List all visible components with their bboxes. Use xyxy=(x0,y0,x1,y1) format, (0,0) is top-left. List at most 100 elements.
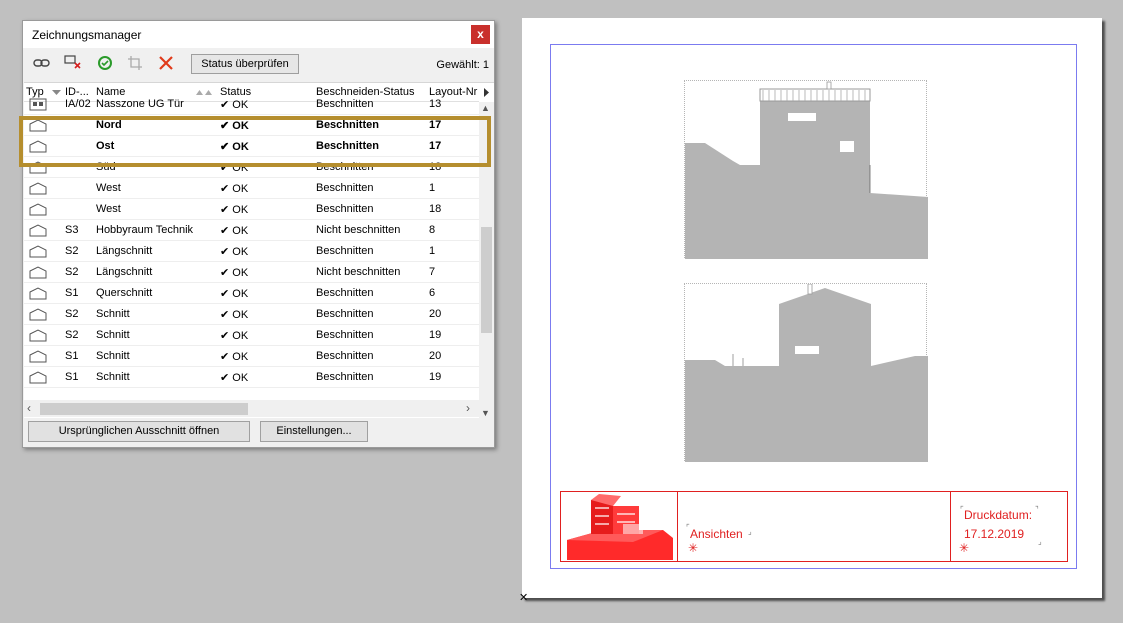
table-row[interactable]: IA/02 Nasszone UG Tür Beschnitten 13 ✔ OK xyxy=(24,94,479,115)
layout-number: 6 xyxy=(429,287,436,299)
layout-sheet: ⌜ Ansichten ⌟ ✳ ⌜ Druckdatum: ⌝ 17.12.20… xyxy=(522,18,1102,598)
elevation-drawing xyxy=(685,81,928,259)
table-row[interactable]: S2 Schnitt Beschnitten 20 ✔ OK xyxy=(24,304,479,325)
window-title: Zeichnungsmanager xyxy=(32,28,142,42)
print-date-label: Druckdatum: xyxy=(964,508,1033,522)
scroll-up-icon[interactable]: ▲ xyxy=(481,103,490,113)
table-row[interactable]: S2 Längschnitt Beschnitten 1 ✔ OK xyxy=(24,241,479,262)
status-cell: ✔ OK xyxy=(220,140,249,153)
drawing-name: Schnitt xyxy=(96,350,130,362)
drawing-id: S2 xyxy=(65,245,79,257)
check-icon: ✔ xyxy=(220,330,233,342)
status-cell: ✔ OK xyxy=(220,329,248,342)
status-text: OK xyxy=(232,372,249,384)
drawing-name: Schnitt xyxy=(96,308,130,320)
refresh-icon[interactable] xyxy=(95,55,115,75)
check-icon: ✔ xyxy=(220,309,233,321)
crop-icon[interactable] xyxy=(125,55,145,75)
corner-mark-icon: ⌟ xyxy=(1038,537,1042,546)
layout-number: 1 xyxy=(429,182,436,194)
drawing-id: S2 xyxy=(65,308,79,320)
open-original-view-button[interactable]: Ursprünglichen Ausschnitt öffnen xyxy=(28,421,250,442)
status-text: OK xyxy=(232,120,249,132)
drawing-name: West xyxy=(96,203,121,215)
table-row[interactable]: Ost Beschnitten 17 ✔ OK xyxy=(24,136,479,157)
horizontal-scrollbar[interactable]: ‹ › xyxy=(24,400,479,417)
layout-number: 1 xyxy=(429,245,436,257)
status-text: OK xyxy=(232,330,249,342)
scroll-right-icon[interactable]: › xyxy=(466,401,470,415)
horizontal-scroll-thumb[interactable] xyxy=(40,403,248,415)
status-cell: ✔ OK xyxy=(220,308,248,321)
table-row[interactable]: S1 Schnitt Beschnitten 19 ✔ OK xyxy=(24,367,479,388)
status-text: OK xyxy=(232,267,249,279)
vertical-scroll-thumb[interactable] xyxy=(481,227,492,333)
drawing-title[interactable]: Ansichten xyxy=(690,527,743,541)
check-icon: ✔ xyxy=(220,288,233,300)
elevation-view-north[interactable] xyxy=(684,80,928,259)
close-button[interactable]: x xyxy=(471,25,490,44)
table-row[interactable]: S2 Längschnitt Nicht beschnitten 7 ✔ OK xyxy=(24,262,479,283)
elevation-view-east[interactable] xyxy=(684,283,928,462)
table-row[interactable]: S3 Hobbyraum Technik Nicht beschnitten 8 ✔ O… xyxy=(24,220,479,241)
title-block-divider xyxy=(677,492,678,561)
table-row[interactable]: S1 Schnitt Beschnitten 20 ✔ OK xyxy=(24,346,479,367)
status-text: OK xyxy=(232,204,249,216)
layout-number: 20 xyxy=(429,308,442,320)
table-row[interactable]: West Beschnitten 18 ✔ OK xyxy=(24,199,479,220)
crop-status: Beschnitten xyxy=(316,161,374,173)
status-cell: ✔ OK xyxy=(220,266,248,279)
drawing-name: Nasszone UG Tür xyxy=(96,98,184,110)
layout-number: 19 xyxy=(429,371,442,383)
delete-icon[interactable] xyxy=(156,55,176,75)
drawing-name: Süd xyxy=(96,161,116,173)
check-icon: ✔ xyxy=(220,99,233,111)
check-icon: ✔ xyxy=(220,183,233,195)
table-row[interactable]: S2 Schnitt Beschnitten 19 ✔ OK xyxy=(24,325,479,346)
check-icon: ✔ xyxy=(220,120,233,132)
status-cell: ✔ OK xyxy=(220,182,248,195)
scroll-left-icon[interactable]: ‹ xyxy=(27,401,31,415)
drawing-name: West xyxy=(96,182,121,194)
layout-number: 17 xyxy=(429,140,442,152)
drawing-name: Querschnitt xyxy=(96,287,153,299)
check-icon: ✔ xyxy=(220,225,233,237)
print-date-value[interactable]: 17.12.2019 xyxy=(964,527,1024,541)
scroll-down-icon[interactable]: ▼ xyxy=(481,408,490,418)
crop-status: Beschnitten xyxy=(316,98,374,110)
status-cell: ✔ OK xyxy=(220,119,249,132)
layout-number: 19 xyxy=(429,329,442,341)
window-titlebar[interactable]: Zeichnungsmanager x xyxy=(23,21,494,48)
drawing-name: Schnitt xyxy=(96,371,130,383)
title-block-divider xyxy=(950,492,951,561)
check-icon: ✔ xyxy=(220,351,233,363)
table-row[interactable]: Süd Beschnitten 18 ✔ OK xyxy=(24,157,479,178)
elevation-drawing xyxy=(685,283,928,462)
check-icon: ✔ xyxy=(220,162,233,174)
status-text: OK xyxy=(232,246,249,258)
settings-button[interactable]: Einstellungen... xyxy=(260,421,368,442)
crop-status: Nicht beschnitten xyxy=(316,266,401,278)
crop-status: Beschnitten xyxy=(316,119,379,131)
unlink-icon[interactable] xyxy=(63,55,83,75)
status-text: OK xyxy=(232,351,249,363)
status-text: OK xyxy=(232,309,249,321)
crop-status: Beschnitten xyxy=(316,350,374,362)
drawings-table: Typ ID-... Name Status Beschneiden-Statu… xyxy=(24,82,494,418)
link-icon[interactable] xyxy=(32,55,52,75)
table-row[interactable]: West Beschnitten 1 ✔ OK xyxy=(24,178,479,199)
check-status-button[interactable]: Status überprüfen xyxy=(191,54,299,74)
crop-status: Beschnitten xyxy=(316,329,374,341)
status-cell: ✔ OK xyxy=(220,245,248,258)
corner-mark-icon: ⌟ xyxy=(748,527,752,536)
status-cell: ✔ OK xyxy=(220,350,248,363)
scroll-right-header-icon xyxy=(484,88,489,97)
table-row[interactable]: S1 Querschnitt Beschnitten 6 ✔ OK xyxy=(24,283,479,304)
vertical-scrollbar[interactable]: ▲ ▼ xyxy=(479,102,494,418)
status-text: OK xyxy=(232,141,249,153)
table-row[interactable]: Nord Beschnitten 17 ✔ OK xyxy=(24,115,479,136)
check-icon: ✔ xyxy=(220,204,233,216)
drawing-name: Längschnitt xyxy=(96,266,153,278)
layout-number: 18 xyxy=(429,203,442,215)
crop-status: Beschnitten xyxy=(316,287,374,299)
